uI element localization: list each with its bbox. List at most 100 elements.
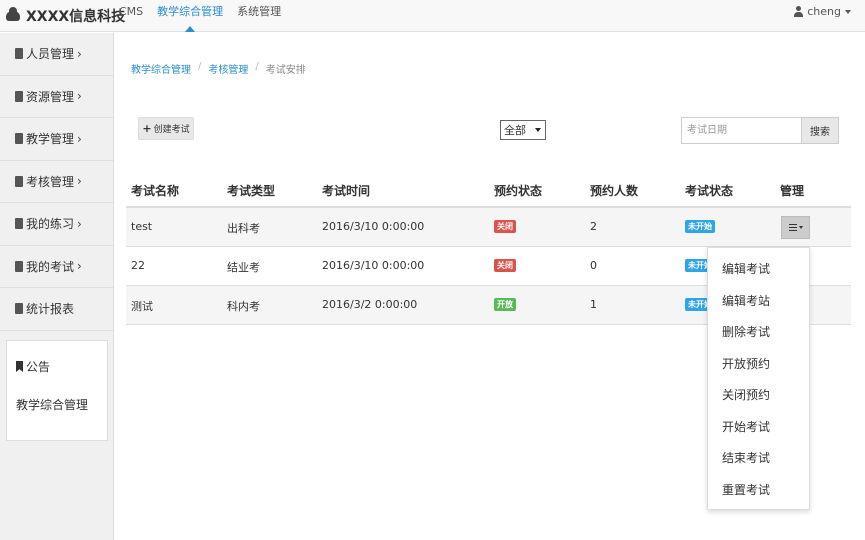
topnav-item-label: 系统管理 [237,5,282,18]
sidebar-item-personnel[interactable]: 人员管理 › [0,33,113,76]
active-indicator-icon [185,26,196,32]
chevron-right-icon: › [77,89,82,104]
topnav-item-label: 教学综合管理 [157,5,224,18]
exam-type-cell: 出科考 [227,222,260,235]
item-icon [15,48,23,60]
topnav-item-system[interactable]: 系统管理 [230,0,288,32]
status-filter-select[interactable]: 全部 [500,120,546,140]
menu-item-end-exam[interactable]: 结束考试 [708,443,809,475]
manage-menu-button[interactable] [781,216,810,239]
dropdown-arrow-icon [535,128,541,132]
menu-item-delete-exam[interactable]: 删除考试 [708,317,809,349]
exam-name-cell: test [131,220,153,233]
column-header: 考试类型 [227,184,276,198]
user-icon [793,6,804,17]
bookmark-icon [16,361,23,372]
cloud-icon [6,7,20,21]
table-row: test 出科考 2016/3/10 0:00:00 关闭 2 未开始 [126,208,851,247]
sidebar-item-teaching[interactable]: 教学管理 › [0,118,113,161]
item-icon [15,175,23,187]
sidebar-item-exams[interactable]: 我的考试 › [0,246,113,288]
booking-status-badge: 开放 [494,298,516,311]
exam-type-cell: 科内考 [227,300,260,313]
exam-type-cell: 结业考 [227,261,260,274]
exam-time-cell: 2016/3/2 0:00:00 [322,298,418,311]
manage-dropdown-menu: 编辑考试 编辑考站 删除考试 开放预约 关闭预约 开始考试 结束考试 重置考试 [707,247,810,510]
column-header: 考试名称 [131,184,180,198]
caret-down-icon [845,9,851,14]
breadcrumb-separator: / [198,61,202,72]
sidebar-item-label: 教学管理 [26,132,75,147]
column-header: 预约状态 [494,184,543,198]
user-menu[interactable]: cheng [793,5,851,18]
status-filter-value: 全部 [504,124,526,137]
brand[interactable]: XXXX信息科技 [6,6,125,26]
item-icon [15,218,23,230]
exam-name-cell: 22 [131,259,145,272]
notice-panel: 公告 教学综合管理 [6,340,108,441]
sidebar-item-label: 我的练习 [26,217,75,232]
sidebar-item-label: 资源管理 [26,89,75,104]
chevron-right-icon: › [77,216,82,231]
exam-date-search-input[interactable] [681,117,802,144]
notice-title: 公告 [16,358,50,375]
menu-item-reset-exam[interactable]: 重置考试 [708,475,809,507]
booking-status-badge: 关闭 [494,220,516,233]
item-icon [15,133,23,145]
column-header: 管理 [780,184,805,198]
menu-item-start-exam[interactable]: 开始考试 [708,412,809,444]
caret-down-icon [798,226,803,229]
exam-time-cell: 2016/3/10 0:00:00 [322,259,425,272]
chevron-right-icon: › [77,46,82,61]
booking-count-cell: 0 [590,259,597,272]
item-icon [15,90,23,102]
user-name: cheng [807,5,841,18]
sidebar-item-label: 人员管理 [26,47,75,62]
topnav-item-teaching[interactable]: 教学综合管理 [150,0,230,32]
topnav-item-label: CMS [119,5,144,18]
exam-name-cell: 测试 [131,300,153,313]
plus-icon: + [142,122,152,135]
search-button[interactable]: 搜索 [801,117,839,144]
column-header: 考试状态 [685,184,734,198]
booking-status-badge: 关闭 [494,259,516,272]
sidebar-item-resources[interactable]: 资源管理 › [0,76,113,118]
notice-body: 教学综合管理 [16,398,89,412]
brand-title: XXXX信息科技 [26,9,126,25]
column-header: 预约人数 [590,184,639,198]
exam-status-badge: 未开始 [685,220,715,233]
notice-title-text: 公告 [26,360,51,374]
exam-time-cell: 2016/3/10 0:00:00 [322,220,425,233]
sidebar-item-assessment[interactable]: 考核管理 › [0,161,113,203]
chevron-right-icon: › [77,174,82,189]
booking-count-cell: 1 [590,298,597,311]
breadcrumb-link-assessment[interactable]: 考核管理 [208,61,248,76]
table-header: 考试名称 考试类型 考试时间 预约状态 预约人数 考试状态 管理 [126,171,851,208]
menu-item-open-booking[interactable]: 开放预约 [708,349,809,381]
sidebar: 人员管理 › 资源管理 › 教学管理 › 考核管理 › 我的练习 › 我的考试 … [0,33,114,540]
item-icon [15,260,23,272]
chevron-right-icon: › [77,131,82,146]
column-header: 考试时间 [322,184,371,198]
menu-item-edit-station[interactable]: 编辑考站 [708,286,809,318]
breadcrumb-current: 考试安排 [265,65,306,76]
breadcrumb-separator: / [255,61,259,72]
topnav-item-cms[interactable]: CMS [112,0,150,32]
chevron-right-icon: › [77,259,82,274]
sidebar-item-practice[interactable]: 我的练习 › [0,203,113,246]
item-icon [15,303,23,315]
sidebar-item-label: 考核管理 [26,174,75,189]
menu-item-close-booking[interactable]: 关闭预约 [708,380,809,412]
menu-icon [788,224,797,231]
menu-item-edit-exam[interactable]: 编辑考试 [708,254,809,286]
booking-count-cell: 2 [590,220,597,233]
sidebar-item-reports[interactable]: 统计报表 [0,288,113,331]
top-menu: CMS 教学综合管理 系统管理 [112,0,288,32]
top-navbar: XXXX信息科技 CMS 教学综合管理 系统管理 cheng [0,0,865,32]
create-exam-label: 创建考试 [153,125,190,135]
create-exam-button[interactable]: + 创建考试 [138,117,194,140]
sidebar-item-label: 统计报表 [26,302,75,317]
breadcrumb-link-teaching[interactable]: 教学综合管理 [131,61,191,76]
breadcrumb: 教学综合管理 / 考核管理 / 考试安排 [131,61,306,76]
sidebar-item-label: 我的考试 [26,259,75,274]
